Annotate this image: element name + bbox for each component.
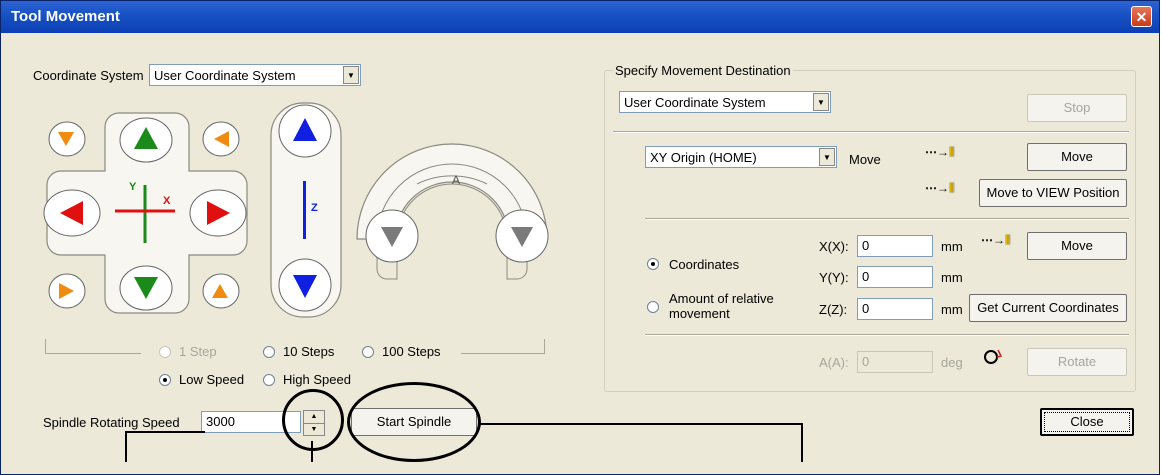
move-coordinates-button[interactable]: Move [1027, 232, 1127, 260]
chevron-down-icon[interactable]: ▼ [343, 66, 359, 84]
window-title: Tool Movement [11, 8, 120, 25]
jog-a-minus-button[interactable] [363, 207, 421, 265]
jog-xy-down-left-button[interactable] [47, 271, 89, 311]
highlight-circle-start-spindle [347, 382, 481, 462]
axis-z-label: Z [311, 202, 318, 214]
origin-select[interactable]: XY Origin (HOME) ▼ [645, 146, 837, 168]
radio-1-step-label: 1 Step [179, 344, 217, 359]
radio-high-speed[interactable] [263, 374, 275, 386]
chevron-down-icon[interactable]: ▼ [813, 93, 829, 111]
callout-line [801, 423, 803, 462]
radio-high-speed-label: High Speed [283, 372, 351, 387]
coordinate-system-label: Coordinate System [33, 68, 144, 83]
title-bar: Tool Movement ✕ [1, 1, 1159, 33]
rotate-button[interactable]: Rotate [1027, 348, 1127, 376]
z-input[interactable]: 0 [857, 298, 933, 320]
move-to-view-button[interactable]: Move to VIEW Position [979, 179, 1127, 207]
jog-xy-down-right-button[interactable] [201, 271, 243, 311]
x-unit: mm [941, 239, 963, 254]
z-axis-line [303, 181, 306, 239]
jog-xy-up-right-button[interactable] [201, 119, 243, 159]
divider [645, 218, 1129, 220]
jog-xy-up-left-button[interactable] [47, 119, 89, 159]
highlight-circle-stepper [282, 389, 344, 451]
jog-x-minus-button[interactable] [41, 187, 103, 239]
radio-relative[interactable] [647, 301, 659, 313]
coordinate-system-select[interactable]: User Coordinate System ▼ [149, 64, 361, 86]
jog-y-plus-button[interactable] [117, 115, 175, 165]
a-label: A(A): [819, 355, 849, 370]
jog-z-plus-button[interactable] [275, 101, 335, 161]
callout-line [125, 431, 205, 433]
tool-move-icon: ⋯→Ⅱ [925, 145, 955, 159]
a-unit: deg [941, 355, 963, 370]
a-input[interactable]: 0 [857, 351, 933, 373]
close-button-label: Close [1044, 412, 1130, 432]
x-input[interactable]: 0 [857, 235, 933, 257]
move-button[interactable]: Move [1027, 143, 1127, 171]
divider [613, 131, 1129, 133]
coordinate-system-value: User Coordinate System [154, 68, 296, 83]
x-label: X(X): [819, 239, 849, 254]
radio-low-speed[interactable] [159, 374, 171, 386]
y-label: Y(Y): [819, 270, 849, 285]
callout-line [479, 423, 803, 425]
jog-x-plus-button[interactable] [187, 187, 249, 239]
tool-move-icon: ⋯→Ⅱ [925, 181, 955, 195]
stop-button[interactable]: Stop [1027, 94, 1127, 122]
radio-low-speed-label: Low Speed [179, 372, 245, 387]
move-label: Move [849, 152, 881, 167]
divider [645, 334, 1129, 336]
movement-destination-title: Specify Movement Destination [613, 63, 793, 78]
jog-z-minus-button[interactable] [275, 255, 335, 315]
origin-value: XY Origin (HOME) [650, 150, 757, 165]
callout-line [311, 441, 313, 462]
radio-100-steps-label: 100 Steps [382, 344, 441, 359]
y-input[interactable]: 0 [857, 266, 933, 288]
destination-coordinate-value: User Coordinate System [624, 95, 766, 110]
spindle-speed-label: Spindle Rotating Speed [43, 415, 180, 430]
close-window-button[interactable]: ✕ [1131, 6, 1152, 27]
radio-relative-label: Amount of relative movement [669, 291, 774, 321]
callout-line [125, 431, 127, 462]
destination-coordinate-select[interactable]: User Coordinate System ▼ [619, 91, 831, 113]
xy-axis-indicator [115, 185, 175, 243]
y-unit: mm [941, 270, 963, 285]
axis-a-label: A [452, 173, 461, 187]
radio-100-steps[interactable] [362, 346, 374, 358]
jog-a-plus-button[interactable] [493, 207, 551, 265]
axis-x-label: X [163, 195, 171, 207]
close-button[interactable]: Close [1040, 408, 1134, 436]
axis-y-label: Y [129, 181, 137, 193]
z-unit: mm [941, 302, 963, 317]
tool-move-icon: ⋯→Ⅱ [981, 233, 1011, 247]
tool-movement-dialog: Tool Movement ✕ Coordinate System User C… [0, 0, 1160, 475]
get-current-coordinates-button[interactable]: Get Current Coordinates [969, 294, 1127, 322]
chevron-down-icon[interactable]: ▼ [819, 148, 835, 166]
radio-10-steps-label: 10 Steps [283, 344, 335, 359]
jog-y-minus-button[interactable] [117, 263, 175, 313]
radio-coordinates[interactable] [647, 258, 659, 270]
rotate-icon [984, 349, 1003, 364]
radio-10-steps[interactable] [263, 346, 275, 358]
radio-coordinates-label: Coordinates [669, 257, 740, 272]
z-label: Z(Z): [819, 302, 848, 317]
radio-1-step[interactable] [159, 346, 171, 358]
